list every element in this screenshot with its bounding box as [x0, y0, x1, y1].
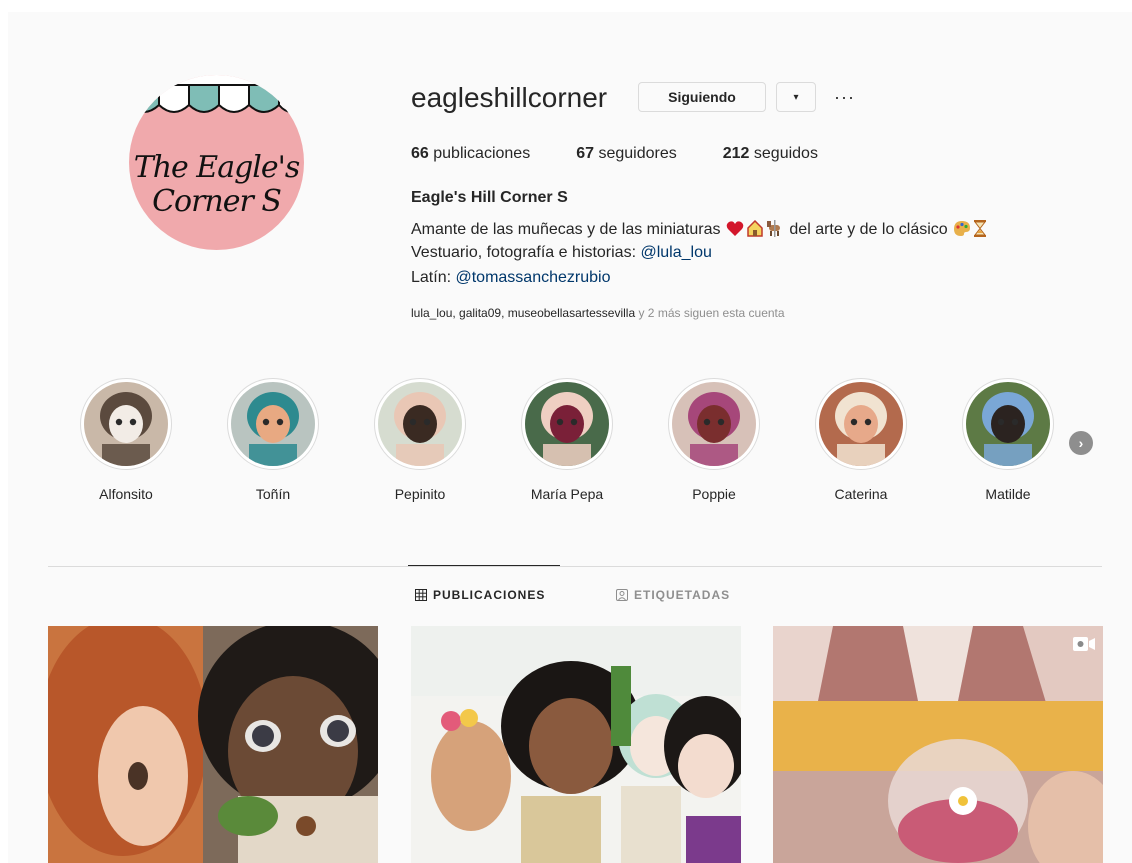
post-thumbnail[interactable] — [411, 626, 741, 863]
highlight-cover-image — [819, 382, 903, 466]
stat-posts-count: 66 — [411, 145, 429, 162]
highlight-cover-image — [84, 382, 168, 466]
story-highlights: Alfonsito Toñín Pepinito María Pepa Poppie Ca… — [8, 378, 1132, 508]
full-name: Eagle's Hill Corner S — [411, 189, 568, 206]
highlight-cover-image — [672, 382, 756, 466]
tab-etiquetadas-label: ETIQUETADAS — [634, 588, 731, 602]
highlight-item[interactable]: Matilde — [953, 378, 1063, 502]
stat-followers[interactable]: 67 seguidores — [576, 145, 677, 163]
followed-by-rest: y 2 más siguen esta cuenta — [635, 306, 785, 320]
bio-line-1: Amante de las muñecas y de las miniatura… — [411, 220, 988, 239]
highlight-ring — [80, 378, 172, 470]
profile-page: The Eagle's Corner S eagleshillcorner Si… — [8, 12, 1132, 863]
highlight-ring — [668, 378, 760, 470]
tab-publicaciones-label: PUBLICACIONES — [433, 588, 546, 602]
stat-posts-label: publicaciones — [433, 145, 531, 162]
highlight-ring — [227, 378, 319, 470]
highlight-label: Toñín — [255, 486, 291, 502]
mention-link-tomassanchezrubio[interactable]: @tomassanchezrubio — [455, 269, 610, 286]
followed-by-names: lula_lou, galita09, museobellasartessevi… — [411, 306, 636, 320]
highlight-label: Poppie — [692, 486, 736, 502]
stat-following-count: 212 — [722, 145, 750, 162]
post-image-dolls-redhead — [48, 626, 378, 863]
highlight-label: Alfonsito — [99, 486, 153, 502]
highlight-item[interactable]: Caterina — [806, 378, 916, 502]
hourglass-icon — [974, 220, 987, 237]
carousel-horse-icon — [766, 220, 780, 237]
video-icon — [1073, 637, 1095, 651]
highlight-label: Caterina — [834, 486, 888, 502]
username: eagleshillcorner — [411, 82, 608, 113]
suggestions-dropdown-button[interactable]: ▾ — [776, 82, 816, 112]
post-thumbnail[interactable] — [48, 626, 378, 863]
mention-link-lula-lou[interactable]: @lula_lou — [640, 244, 711, 261]
bio-line-3-text: Latín: — [411, 269, 456, 286]
stat-following-label: seguidos — [753, 145, 818, 162]
more-options-icon[interactable]: ··· — [834, 82, 855, 112]
tab-etiquetadas[interactable]: ETIQUETADAS — [616, 588, 730, 602]
highlight-cover-image — [378, 382, 462, 466]
palette-icon — [954, 221, 971, 236]
avatar-text-line2: Corner S — [152, 184, 282, 219]
house-icon — [747, 220, 763, 237]
bio-line-1-after: del arte y de lo clásico — [789, 221, 948, 238]
highlight-cover-image — [525, 382, 609, 466]
profile-avatar[interactable]: The Eagle's Corner S — [129, 75, 304, 250]
highlight-item[interactable]: Toñín — [218, 378, 328, 502]
highlight-label: María Pepa — [530, 486, 604, 502]
post-image-dolls-group — [411, 626, 741, 863]
grid-icon — [415, 589, 427, 601]
highlights-next-icon[interactable]: › — [1069, 431, 1093, 455]
highlight-item[interactable]: Alfonsito — [71, 378, 181, 502]
highlight-cover-image — [231, 382, 315, 466]
active-tab-indicator — [408, 565, 560, 566]
stat-followers-count: 67 — [576, 145, 594, 162]
avatar-text-line1: The Eagle's — [133, 150, 301, 185]
highlight-label: Matilde — [985, 486, 1031, 502]
profile-stats: 66 publicaciones 67 seguidores 212 segui… — [411, 145, 864, 163]
chevron-down-icon: ▾ — [793, 91, 799, 103]
bio-line-2-text: Vestuario, fotografía e historias: — [411, 244, 641, 261]
heart-icon — [726, 221, 744, 236]
highlight-ring — [815, 378, 907, 470]
bio-line-2: Vestuario, fotografía e historias: @lula… — [411, 244, 712, 262]
highlight-item[interactable]: Poppie — [659, 378, 769, 502]
stat-following[interactable]: 212 seguidos — [723, 145, 818, 163]
tab-publicaciones[interactable]: PUBLICACIONES — [415, 588, 545, 602]
highlight-item[interactable]: Pepinito — [365, 378, 475, 502]
followed-by[interactable]: lula_lou, galita09, museobellasartessevi… — [411, 306, 785, 320]
post-thumbnail[interactable] — [773, 626, 1103, 863]
highlight-cover-image — [966, 382, 1050, 466]
following-button[interactable]: Siguiendo — [638, 82, 766, 112]
bio-line-1-text: Amante de las muñecas y de las miniatura… — [411, 221, 721, 238]
tagged-user-icon — [616, 589, 628, 601]
post-image-snow-globe — [773, 626, 1103, 863]
highlight-ring — [962, 378, 1054, 470]
highlight-ring — [521, 378, 613, 470]
highlight-label: Pepinito — [394, 486, 446, 502]
awning-graphic — [129, 75, 304, 113]
stat-followers-label: seguidores — [598, 145, 677, 162]
highlight-item[interactable]: María Pepa — [512, 378, 622, 502]
tabs-divider — [48, 566, 1102, 567]
avatar-logo-text: The Eagle's Corner S — [129, 151, 304, 219]
bio-line-3: Latín: @tomassanchezrubio — [411, 269, 610, 287]
highlight-ring — [374, 378, 466, 470]
stat-posts: 66 publicaciones — [411, 145, 530, 163]
